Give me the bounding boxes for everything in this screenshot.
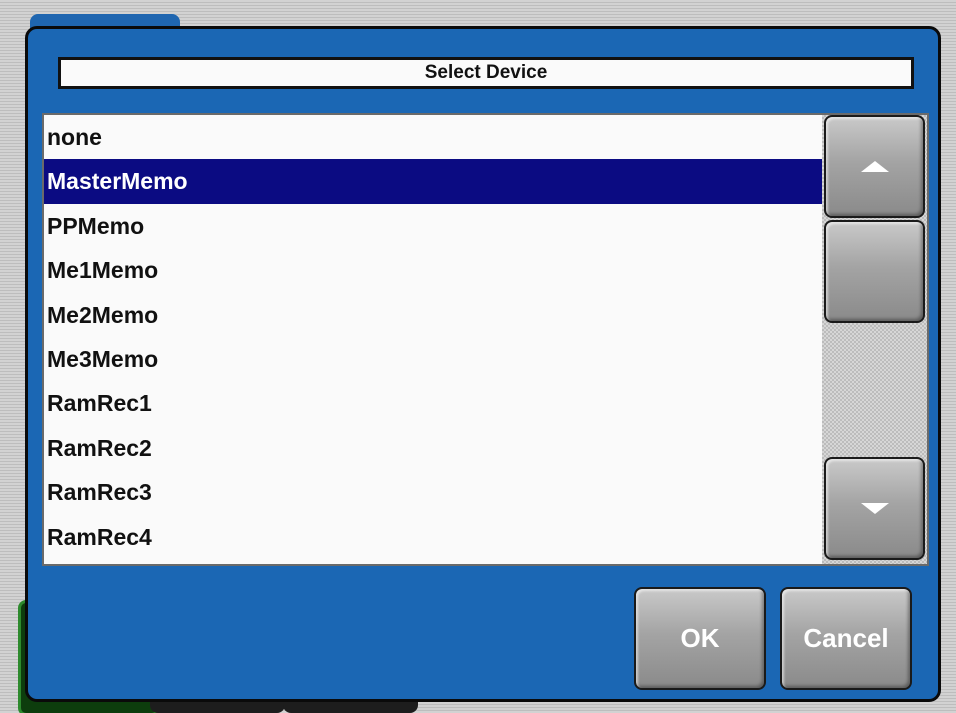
- list-item-none[interactable]: none: [44, 115, 822, 159]
- list-item-ramrec2[interactable]: RamRec2: [44, 426, 822, 470]
- list-item-ramrec4[interactable]: RamRec4: [44, 515, 822, 559]
- list-item-ramrec3[interactable]: RamRec3: [44, 470, 822, 514]
- device-list-frame: none MasterMemo PPMemo Me1Memo Me2Memo M…: [42, 113, 929, 566]
- scrollbar-track[interactable]: [822, 115, 927, 564]
- device-list[interactable]: none MasterMemo PPMemo Me1Memo Me2Memo M…: [44, 115, 822, 564]
- list-item-mastermemo[interactable]: MasterMemo: [44, 159, 822, 204]
- dialog-title: Select Device: [58, 57, 914, 89]
- select-device-dialog: Select Device none MasterMemo PPMemo Me1…: [25, 26, 941, 702]
- triangle-down-icon: [860, 503, 889, 514]
- list-item-ramrec1[interactable]: RamRec1: [44, 381, 822, 425]
- list-item-ppmemo[interactable]: PPMemo: [44, 204, 822, 248]
- scrollbar-thumb[interactable]: [824, 220, 925, 323]
- ok-button[interactable]: OK: [634, 587, 766, 690]
- list-item-me2memo[interactable]: Me2Memo: [44, 293, 822, 337]
- triangle-up-icon: [860, 161, 889, 172]
- list-item-me3memo[interactable]: Me3Memo: [44, 337, 822, 381]
- list-item-me1memo[interactable]: Me1Memo: [44, 248, 822, 292]
- scroll-up-button[interactable]: [824, 115, 925, 218]
- cancel-button[interactable]: Cancel: [780, 587, 912, 690]
- scroll-down-button[interactable]: [824, 457, 925, 560]
